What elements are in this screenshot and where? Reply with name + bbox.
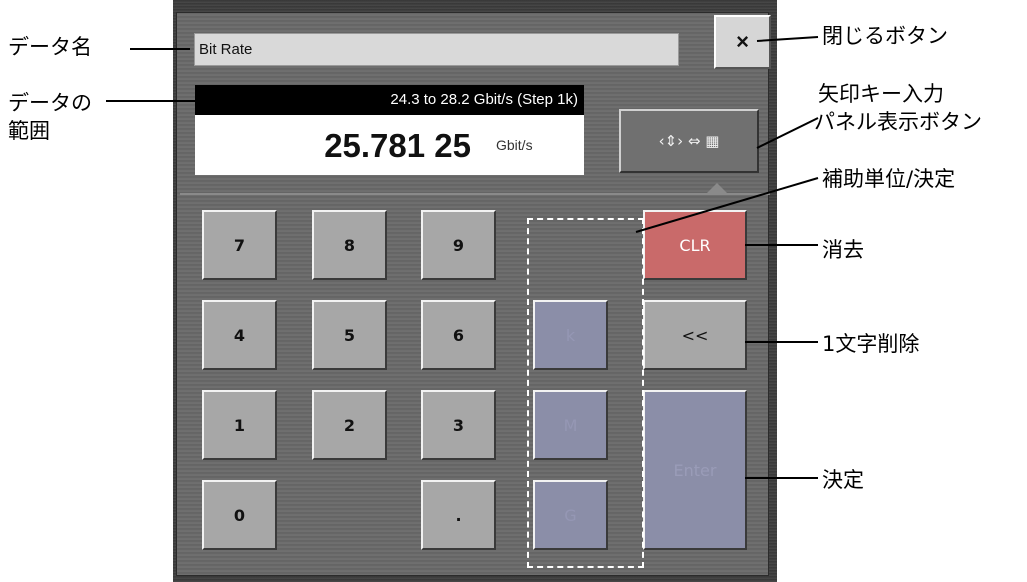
- clr-button[interactable]: CLR: [643, 210, 747, 280]
- divider: [180, 193, 770, 195]
- annotation-arrow-panel-line2: パネル表示ボタン: [814, 110, 982, 134]
- arrow-key-panel-icon: ‹⇕› ⇔ ▦: [658, 132, 720, 150]
- key-7[interactable]: 7: [202, 210, 277, 280]
- annotation-data-name: データ名: [8, 35, 92, 59]
- value-display: 25.781 25 Gbit/s: [195, 115, 584, 175]
- close-button[interactable]: ×: [714, 15, 771, 69]
- key-9[interactable]: 9: [421, 210, 496, 280]
- data-range-text: 24.3 to 28.2 Gbit/s (Step 1k): [195, 85, 584, 115]
- backspace-button[interactable]: <<: [643, 300, 747, 370]
- key-0[interactable]: 0: [202, 480, 277, 550]
- key-3[interactable]: 3: [421, 390, 496, 460]
- annotation-arrow-panel-line1: 矢印キー入力: [818, 82, 944, 106]
- annotation-data-range-line1: データの: [8, 91, 92, 115]
- annotation-enter: 決定: [822, 468, 864, 492]
- key-2[interactable]: 2: [312, 390, 387, 460]
- annotation-close-button: 閉じるボタン: [822, 24, 948, 48]
- arrow-panel-pointer: [707, 183, 727, 193]
- value-unit: Gbit/s: [496, 137, 533, 153]
- value-number: 25.781 25: [324, 127, 471, 164]
- key-4[interactable]: 4: [202, 300, 277, 370]
- key-5[interactable]: 5: [312, 300, 387, 370]
- enter-button[interactable]: Enter: [643, 390, 747, 550]
- data-name-field: Bit Rate: [194, 33, 679, 66]
- key-6[interactable]: 6: [421, 300, 496, 370]
- annotation-backspace: 1文字削除: [822, 332, 920, 356]
- sub-unit-group-outline: [527, 218, 644, 568]
- close-icon: ×: [736, 29, 749, 54]
- key-dot[interactable]: .: [421, 480, 496, 550]
- annotation-data-range-line2: 範囲: [8, 119, 50, 143]
- key-1[interactable]: 1: [202, 390, 277, 460]
- annotation-clear: 消去: [822, 238, 864, 262]
- annotation-sub-unit: 補助単位/決定: [822, 167, 956, 191]
- arrow-key-panel-button[interactable]: ‹⇕› ⇔ ▦: [619, 109, 759, 173]
- key-8[interactable]: 8: [312, 210, 387, 280]
